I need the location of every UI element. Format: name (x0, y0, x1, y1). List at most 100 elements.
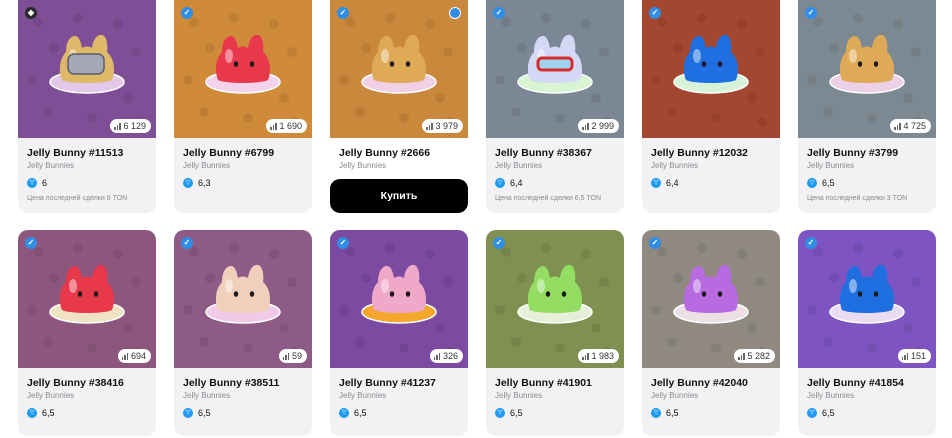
nft-title: Jelly Bunny #41237 (339, 377, 436, 389)
price-value: 6,5 (198, 408, 211, 418)
price-value: 6,5 (510, 408, 523, 418)
verified-icon: ✓ (493, 7, 505, 19)
collection-name: Jelly Bunnies (651, 391, 699, 400)
verified-icon: ✓ (181, 237, 193, 249)
jelly-bunny-image (798, 0, 936, 138)
nft-title: Jelly Bunny #2666 (339, 147, 431, 159)
nft-title: Jelly Bunny #38367 (495, 147, 592, 159)
collection-name: Jelly Bunnies (495, 391, 543, 400)
nft-image-area: ✓ 1 690 (174, 0, 312, 138)
nft-card[interactable]: ✓ 3 979 Jelly Bunny #2666 Jelly Bunnies Купи… (330, 0, 468, 213)
nft-title: Jelly Bunny #42040 (651, 377, 748, 389)
nft-card[interactable]: ✓ 1 690 Jelly Bunny #6799 Jelly Bunnies ▽ 6,3 (174, 0, 312, 213)
jelly-bunny-image (642, 0, 780, 138)
nft-image-area: ✓ 59 (174, 230, 312, 368)
price-row: ▽ 6,4 (651, 178, 679, 188)
supply-count: 1 690 (279, 121, 302, 131)
jelly-bunny-image (486, 230, 624, 368)
supply-count: 6 129 (123, 121, 146, 131)
nft-title: Jelly Bunny #38511 (183, 377, 280, 389)
nft-card[interactable]: ✓ 1 983 Jelly Bunny #41901 Jelly Bunnies ▽ 6,… (486, 230, 624, 436)
nft-title: Jelly Bunny #38416 (27, 377, 124, 389)
stats-icon (901, 352, 909, 360)
supply-badge: 2 999 (578, 119, 619, 133)
verified-icon: ✓ (805, 237, 817, 249)
price-value: 6,5 (42, 408, 55, 418)
price-value: 6,5 (666, 408, 679, 418)
ton-icon: ▽ (495, 408, 505, 418)
supply-badge: 694 (117, 349, 151, 363)
supply-badge: 3 979 (422, 119, 463, 133)
verified-icon: ✓ (649, 237, 661, 249)
supply-count: 4 725 (903, 121, 926, 131)
stats-icon (121, 352, 129, 360)
stats-icon (894, 122, 901, 130)
ton-icon: ▽ (807, 408, 817, 418)
stats-icon (282, 352, 290, 360)
jelly-bunny-image (18, 230, 156, 368)
supply-badge: 1 690 (266, 119, 307, 133)
nft-card[interactable]: ✓ 151 Jelly Bunny #41854 Jelly Bunnies ▽ 6,5 (798, 230, 936, 436)
price-row: ▽ 6 (27, 178, 47, 188)
verified-icon: ✓ (649, 7, 661, 19)
price-value: 6,5 (822, 178, 835, 188)
stats-icon (582, 122, 589, 130)
collection-name: Jelly Bunnies (807, 161, 855, 170)
jelly-bunny-image (174, 0, 312, 138)
jelly-bunny-image (642, 230, 780, 368)
price-value: 6,5 (354, 408, 367, 418)
nft-image-area: ✓ 151 (798, 230, 936, 368)
jelly-bunny-image (798, 230, 936, 368)
nft-card[interactable]: ◆ 6 129 Jelly Bunny #11513 Jelly Bunnies ▽ 6 Ц… (18, 0, 156, 213)
supply-count: 151 (910, 351, 926, 361)
nft-image-area: ✓ (642, 0, 780, 138)
nft-image-area: ✓ 3 979 (330, 0, 468, 138)
collection-name: Jelly Bunnies (27, 161, 75, 170)
price-value: 6,4 (510, 178, 523, 188)
nft-title: Jelly Bunny #12032 (651, 147, 748, 159)
verified-icon: ✓ (337, 7, 349, 19)
collection-name: Jelly Bunnies (807, 391, 855, 400)
price-value: 6,4 (666, 178, 679, 188)
nft-card[interactable]: ✓ 5 282 Jelly Bunny #42040 Jelly Bunnies ▽ 6,… (642, 230, 780, 436)
ton-icon: ▽ (651, 408, 661, 418)
supply-badge: 326 (429, 349, 463, 363)
collection-name: Jelly Bunnies (183, 391, 231, 400)
price-row: ▽ 6,5 (27, 408, 55, 418)
ton-icon: ▽ (27, 178, 37, 188)
nft-title: Jelly Bunny #41901 (495, 377, 592, 389)
jelly-bunny-image (18, 0, 156, 138)
supply-count: 59 (291, 351, 302, 361)
price-value: 6,3 (198, 178, 211, 188)
price-value: 6 (42, 178, 48, 188)
price-row: ▽ 6,5 (183, 408, 211, 418)
ton-icon: ▽ (183, 178, 193, 188)
buy-button[interactable]: Купить (330, 179, 468, 213)
nft-card[interactable]: ✓ Jelly Bunny #12032 Jelly Bunnies ▽ 6,4 (642, 0, 780, 213)
nft-image-area: ✓ 5 282 (642, 230, 780, 368)
last-sale-price: Цена последней сделки 3 TON (807, 195, 908, 202)
nft-card[interactable]: ✓ 326 Jelly Bunny #41237 Jelly Bunnies ▽ 6,5 (330, 230, 468, 436)
supply-count: 326 (442, 351, 458, 361)
nft-card[interactable]: ✓ 2 999 Jelly Bunny #38367 Jelly Bunnies ▽ 6,… (486, 0, 624, 213)
select-radio-icon[interactable] (449, 7, 461, 19)
ton-icon: ▽ (27, 408, 37, 418)
last-sale-price: Цена последней сделки 6 TON (27, 195, 128, 202)
supply-count: 2 999 (591, 121, 614, 131)
nft-image-area: ✓ 694 (18, 230, 156, 368)
verified-icon: ✓ (337, 237, 349, 249)
nft-image-area: ✓ 326 (330, 230, 468, 368)
collection-name: Jelly Bunnies (27, 391, 75, 400)
ton-icon: ▽ (651, 178, 661, 188)
verified-icon: ✓ (805, 7, 817, 19)
nft-card[interactable]: ✓ 694 Jelly Bunny #38416 Jelly Bunnies ▽ 6,5 (18, 230, 156, 436)
nft-card[interactable]: ✓ 59 Jelly Bunny #38511 Jelly Bunnies ▽ 6,5 (174, 230, 312, 436)
supply-badge: 151 (897, 349, 931, 363)
jelly-bunny-image (486, 0, 624, 138)
price-row: ▽ 6,4 (495, 178, 523, 188)
supply-count: 3 979 (435, 121, 458, 131)
nft-card[interactable]: ✓ 4 725 Jelly Bunny #3799 Jelly Bunnies ▽ 6,5… (798, 0, 936, 213)
stats-icon (114, 122, 121, 130)
supply-count: 5 282 (747, 351, 770, 361)
nft-title: Jelly Bunny #41854 (807, 377, 904, 389)
